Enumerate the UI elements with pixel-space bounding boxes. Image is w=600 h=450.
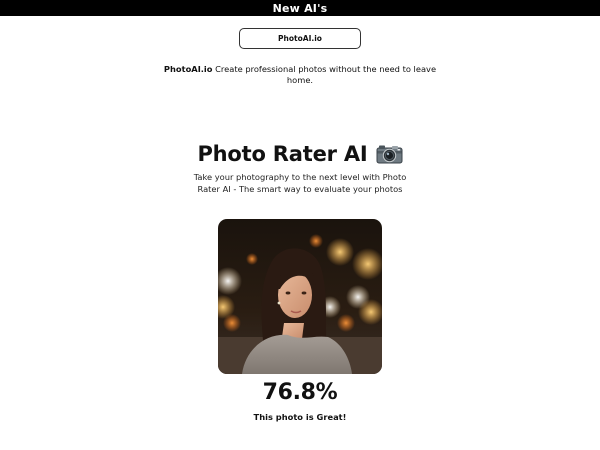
photo-verdict: This photo is Great! bbox=[253, 412, 347, 422]
ad-brand-name: PhotoAI.io bbox=[163, 64, 213, 74]
page-title-text: Photo Rater AI bbox=[197, 142, 368, 166]
page-subtitle: Take your photography to the next level … bbox=[193, 172, 407, 194]
ad-description: PhotoAI.io Create professional photos wi… bbox=[150, 64, 450, 86]
ad-description-text: Create professional photos without the n… bbox=[212, 64, 437, 85]
banner-title: New AI's bbox=[272, 1, 328, 15]
camera-icon bbox=[376, 144, 403, 164]
top-banner: New AI's bbox=[0, 0, 600, 16]
photoai-link-button[interactable]: PhotoAI.io bbox=[239, 28, 361, 49]
photo-score: 76.8% bbox=[262, 380, 338, 405]
rated-photo bbox=[218, 219, 382, 374]
page-title: Photo Rater AI bbox=[0, 142, 600, 166]
